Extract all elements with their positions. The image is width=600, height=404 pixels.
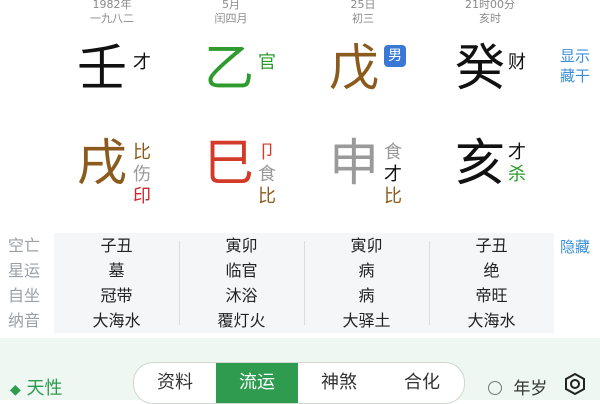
hide-button[interactable]: 隐藏 [560,236,590,257]
branch-day-god-2: 才 [384,164,402,185]
stem-month-god: 官 [258,52,276,73]
branch-month-gods: 卩 食 比 [258,142,276,208]
radio-icon [488,381,502,395]
branch-year-god-2: 伤 [133,164,151,185]
hour-value: 21时00分 [465,0,515,11]
grid-cell: 寅卯 [350,236,383,255]
row-labels: 空亡 星运 自坐 纳音 [8,233,48,333]
grid-cell: 寅卯 [225,236,258,255]
hidden-stems-label: 藏干 [560,67,591,85]
grid-cell: 沐浴 [225,286,258,305]
col-header-month: 5月 闰四月 [181,0,281,26]
grid-cell: 大驿土 [342,311,391,330]
col-header-year: 1982年 一九八二 [62,0,162,26]
stem-year: 壬 [77,39,127,97]
info-grid: 子丑 墓 冠带 大海水 寅卯 临官 沐浴 覆灯火 寅卯 病 病 大驿土 子丑 绝… [54,233,554,333]
hour-lunar: 亥时 [479,12,501,25]
tab-bar: 资料 流运 神煞 合化 [133,362,465,404]
row-label-zizuo: 自坐 [8,286,41,305]
diamond-icon: ◆ [10,382,21,398]
grid-cell: 冠带 [100,286,133,305]
grid-cell: 病 [358,261,375,280]
grid-cell: 帝旺 [475,286,508,305]
grid-cell: 覆灯火 [217,311,266,330]
tab-hehua[interactable]: 合化 [380,363,464,403]
branch-day: 申 [329,134,379,192]
grid-col-year: 子丑 墓 冠带 大海水 [54,233,179,333]
branch-year-god-3: 印 [133,186,151,207]
show-hidden-stems-link[interactable]: 显示 藏干 [560,46,590,86]
branch-year-god-1: 比 [133,142,151,163]
col-header-day: 25日 初三 [313,0,413,26]
branch-day-god-1: 食 [384,142,402,163]
row-label-nayin: 纳音 [8,311,41,330]
branch-hour-god-2: 杀 [508,164,526,185]
stem-day: 戊 [329,39,379,97]
nian-sui-label: 年岁 [513,379,548,399]
grid-col-hour: 子丑 绝 帝旺 大海水 [429,233,554,333]
branch-year-gods: 比 伤 印 [133,142,151,208]
branch-hour: 亥 [455,134,505,192]
stem-hour-god: 财 [508,52,526,73]
branch-day-gods: 食 才 比 [384,142,402,208]
info-section: 空亡 星运 自坐 纳音 子丑 墓 冠带 大海水 寅卯 临官 沐浴 覆灯火 寅卯 … [0,233,600,333]
row-label-kongwang: 空亡 [8,236,41,255]
show-label: 显示 [560,47,591,65]
tianxing-label: 天性 [26,378,63,399]
gender-badge: 男 [384,45,406,67]
grid-col-day: 寅卯 病 病 大驿土 [304,233,429,333]
grid-cell: 子丑 [100,236,133,255]
settings-icon[interactable] [562,371,588,397]
stem-hour: 癸 [455,39,505,97]
year-lunar: 一九八二 [90,12,134,25]
grid-cell: 大海水 [92,311,141,330]
grid-cell: 子丑 [475,236,508,255]
stem-year-god: 才 [133,52,151,73]
stem-month: 乙 [204,39,254,97]
tab-shensha[interactable]: 神煞 [298,363,380,403]
grid-cell: 墓 [108,261,125,280]
branch-hour-god-1: 才 [508,142,526,163]
tianxing-button[interactable]: ◆ 天性 [10,374,63,400]
grid-cell: 病 [358,286,375,305]
tab-liuyun[interactable]: 流运 [216,363,298,403]
nian-sui-toggle[interactable]: 年岁 [488,374,547,399]
day-value: 25日 [350,0,376,11]
col-header-hour: 21时00分 亥时 [440,0,540,26]
branch-month-god-2: 食 [258,164,276,185]
tab-ziliao[interactable]: 资料 [134,363,216,403]
year-value: 1982年 [92,0,132,11]
grid-cell: 大海水 [467,311,516,330]
branch-month-god-1: 卩 [258,142,276,163]
row-label-xingyun: 星运 [8,261,41,280]
grid-cell: 绝 [483,261,500,280]
branch-hour-gods: 才 杀 [508,142,526,186]
day-lunar: 初三 [352,12,374,25]
branch-month: 巳 [204,134,254,192]
branch-day-god-3: 比 [384,186,402,207]
grid-cell: 临官 [225,261,258,280]
month-lunar: 闰四月 [214,12,248,25]
branch-year: 戌 [77,134,127,192]
month-value: 5月 [222,0,240,11]
branch-month-god-3: 比 [258,186,276,207]
grid-col-month: 寅卯 临官 沐浴 覆灯火 [179,233,304,333]
